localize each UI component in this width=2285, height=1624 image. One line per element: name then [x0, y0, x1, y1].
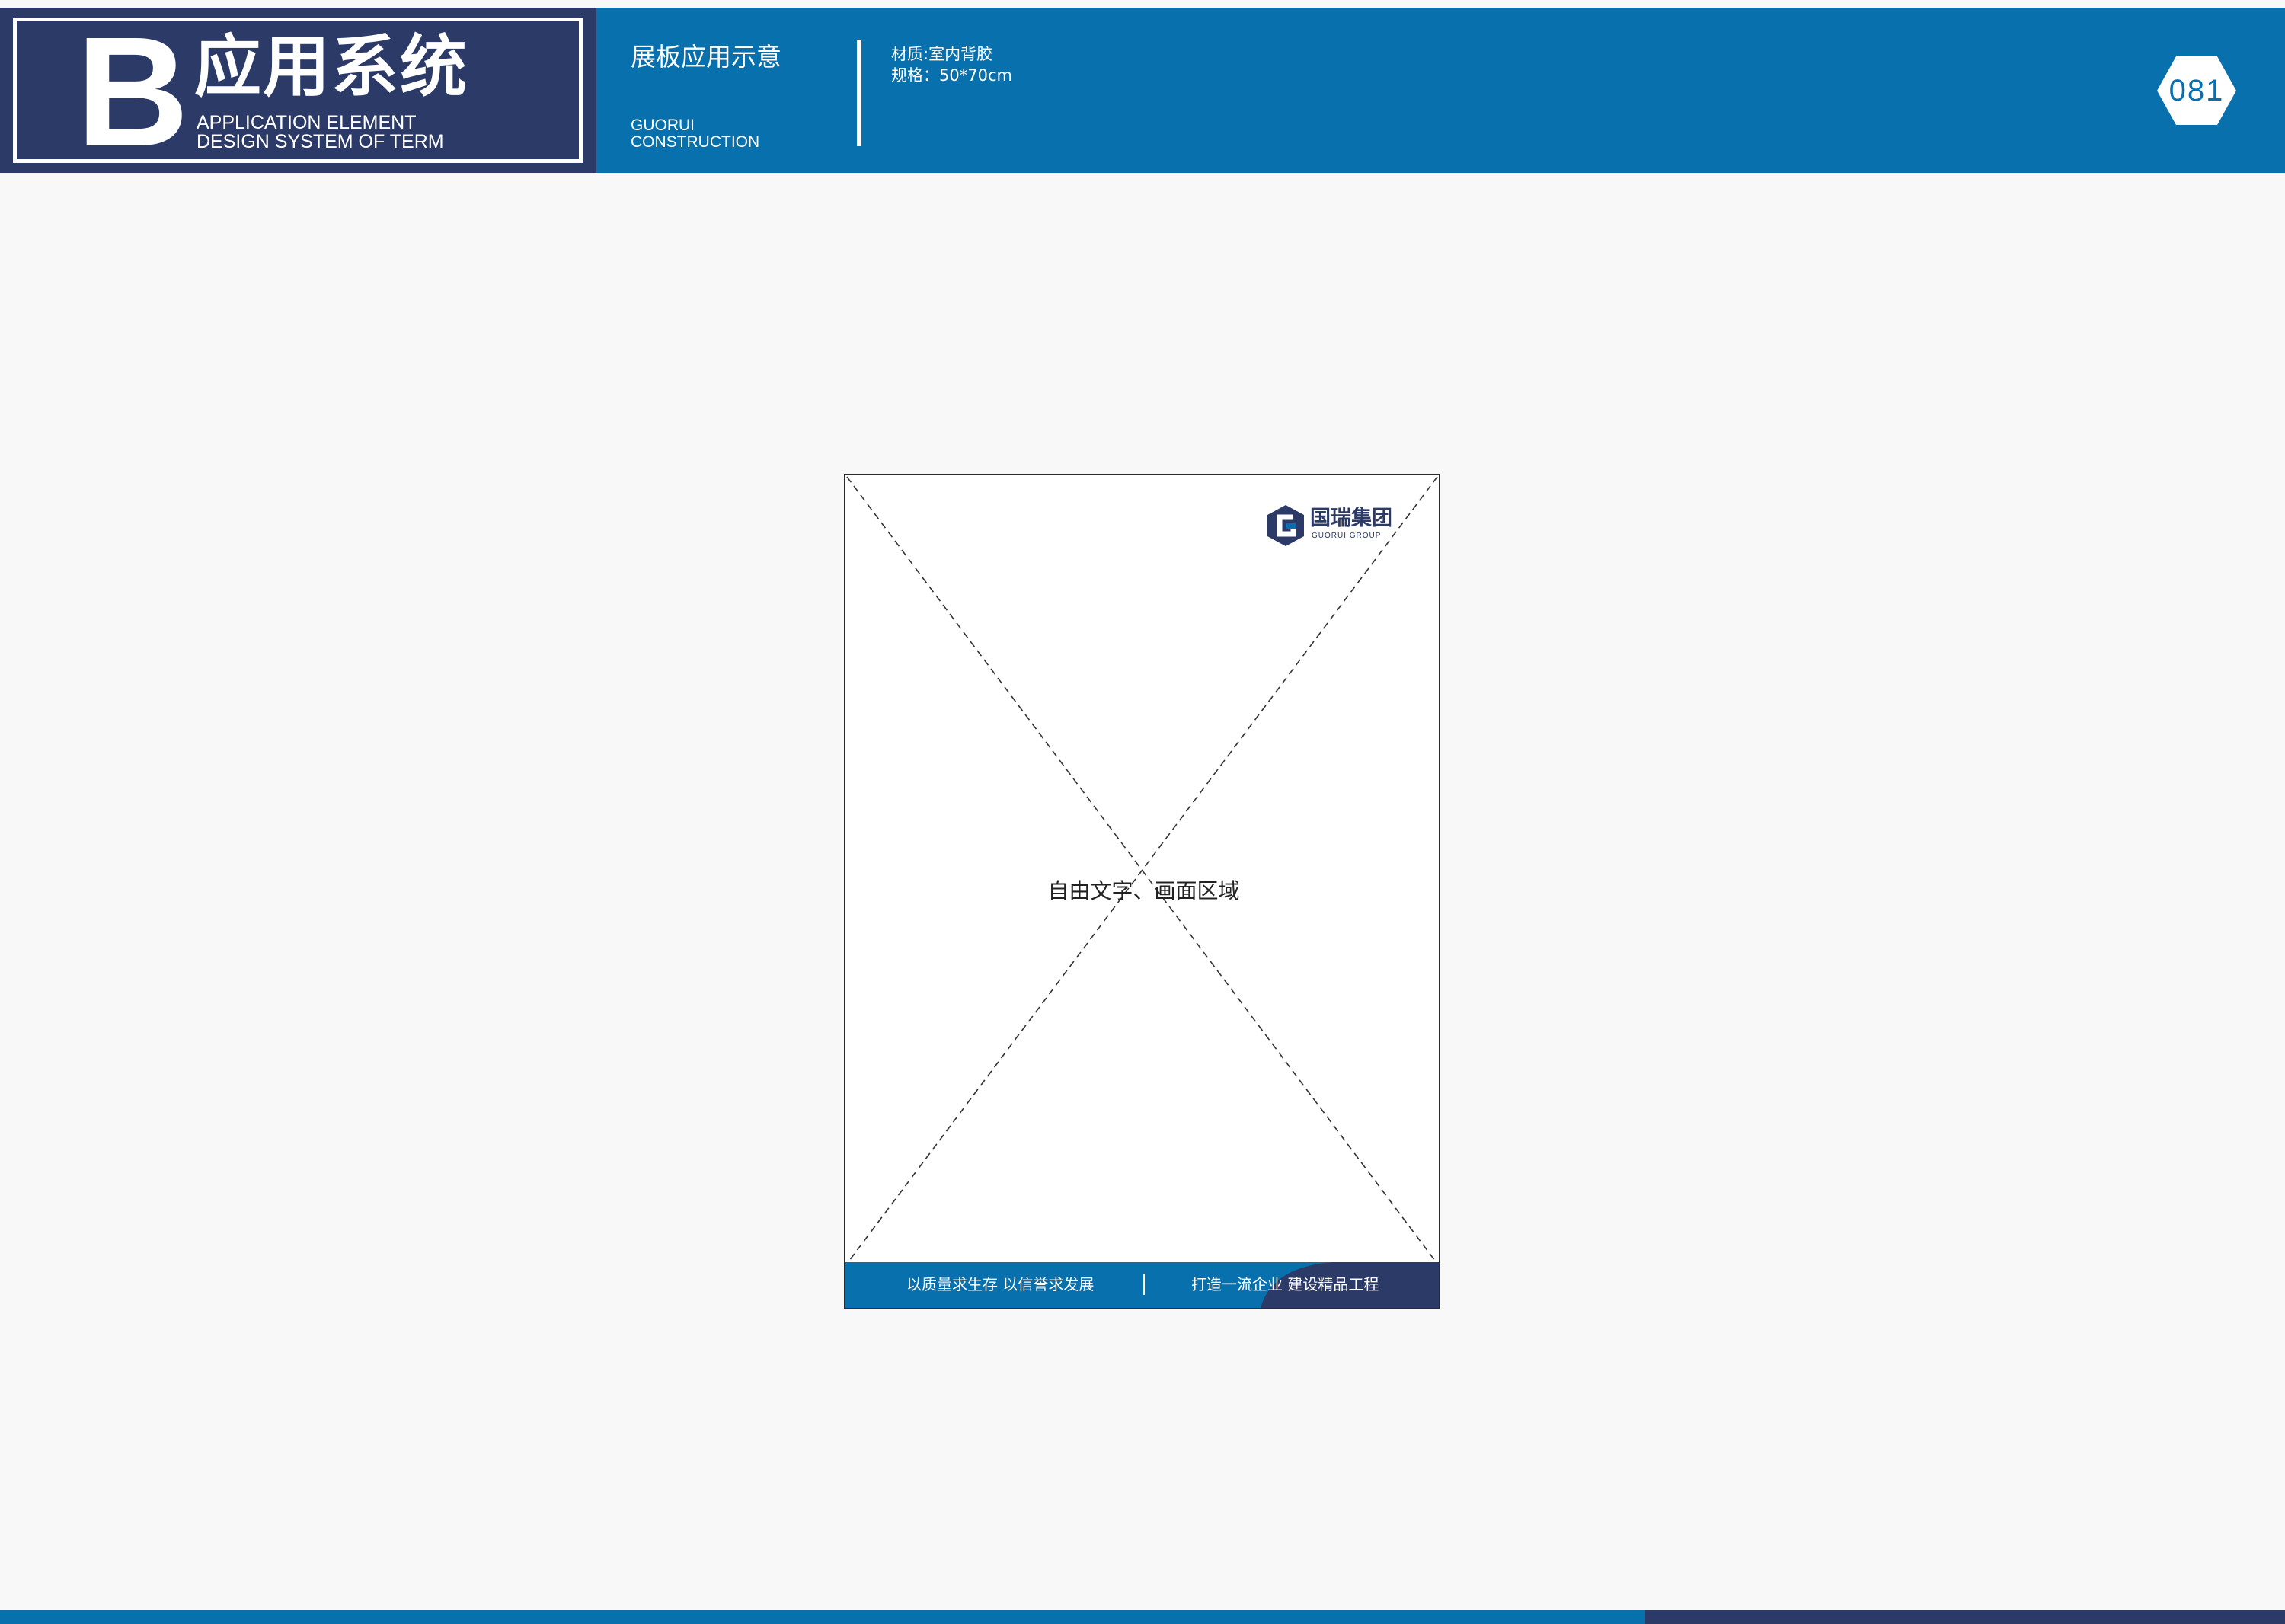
page-number: 081 — [2168, 74, 2225, 107]
section-title: 展板应用示意 — [631, 42, 781, 72]
company-name-en-line2: CONSTRUCTION — [631, 133, 760, 151]
brand-letter: B — [76, 5, 190, 179]
brand-subtitle-line1: APPLICATION ELEMENT — [197, 112, 417, 133]
guorui-g-logo-icon — [1267, 505, 1304, 546]
company-name-en-line1: GUORUI — [631, 117, 695, 134]
brand-block: B 应用系统 APPLICATION ELEMENT DESIGN SYSTEM… — [0, 8, 596, 173]
slogan-left: 以质量求生存 以信誉求发展 — [906, 1275, 1095, 1293]
brand-title: 应用系统 — [194, 27, 469, 106]
bottom-bar-navy — [1645, 1610, 2285, 1624]
bottom-bar-blue — [0, 1610, 1645, 1624]
header-band: B 应用系统 APPLICATION ELEMENT DESIGN SYSTEM… — [0, 8, 2285, 173]
placeholder-cross-lines — [846, 476, 1438, 1264]
board-footer-band: 以质量求生存 以信誉求发展 打造一流企业 建设精品工程 — [845, 1262, 1439, 1308]
material-spec: 材质:室内背胶 — [891, 45, 993, 63]
slogan-divider — [1143, 1274, 1145, 1295]
size-spec: 规格：50*70cm — [891, 66, 1012, 85]
logo-text-cn: 国瑞集团 — [1310, 507, 1392, 530]
slogan-right: 打造一流企业 建设精品工程 — [1191, 1275, 1379, 1293]
company-logo: 国瑞集团 GUORUI GROUP — [1266, 504, 1411, 550]
brand-subtitle-line2: DESIGN SYSTEM OF TERM — [197, 131, 444, 152]
display-board: 国瑞集团 GUORUI GROUP 自由文字、画面区域 以质量求生存 以信誉求发… — [844, 474, 1440, 1309]
logo-text-en: GUORUI GROUP — [1312, 532, 1382, 540]
placeholder-label: 自由文字、画面区域 — [1047, 878, 1240, 903]
header-divider — [857, 40, 861, 146]
page-number-badge: 081 — [2156, 55, 2238, 126]
